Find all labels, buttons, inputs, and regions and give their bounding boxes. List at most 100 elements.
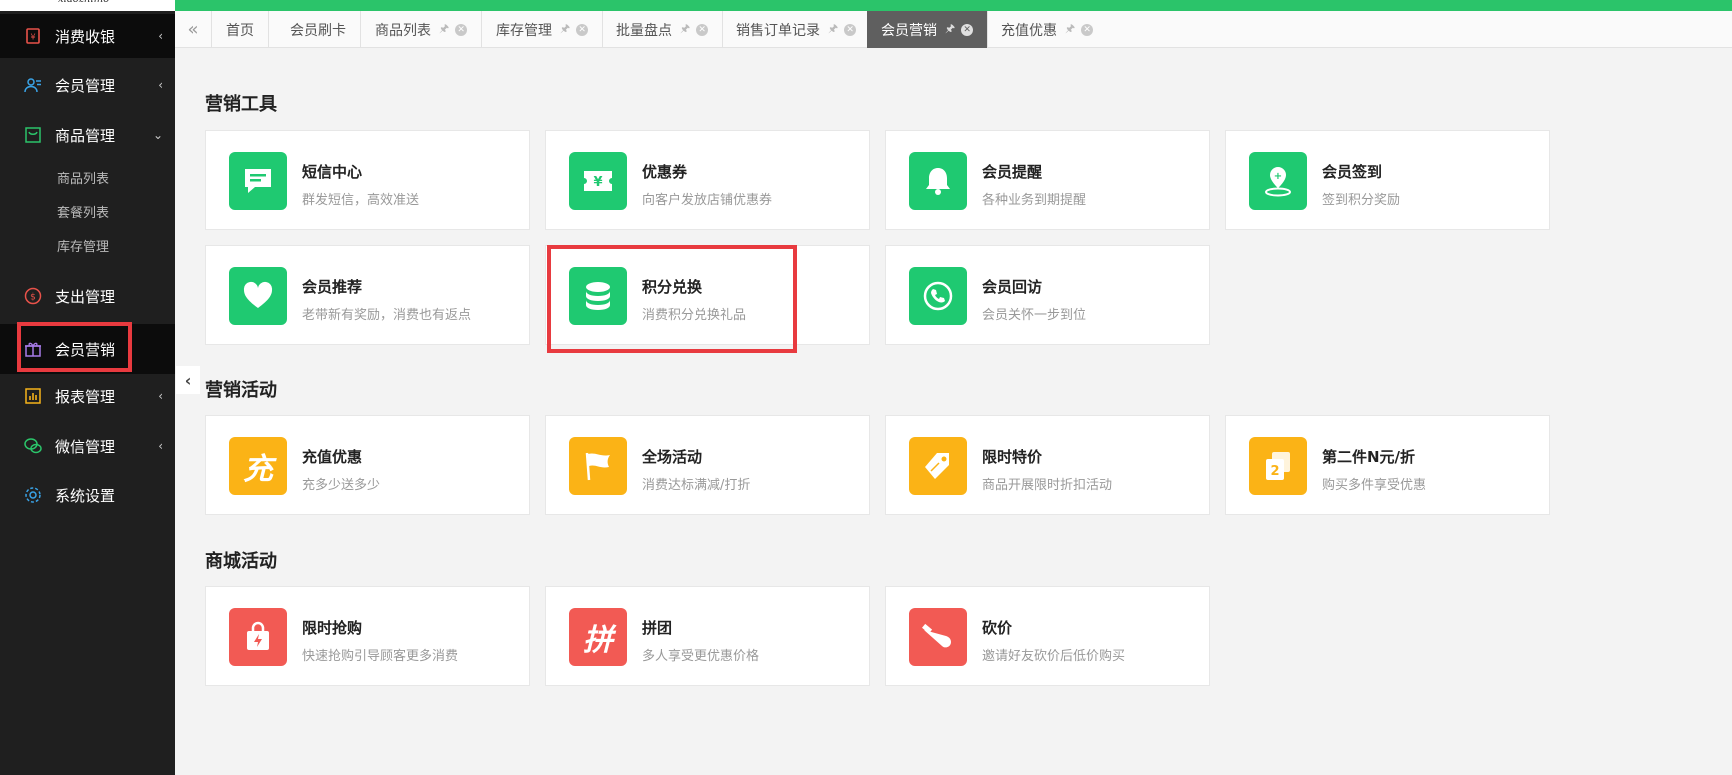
- card-title: 砍价: [982, 619, 1013, 637]
- close-icon[interactable]: ✕: [844, 23, 857, 36]
- coupon-icon: ¥: [569, 152, 627, 210]
- chevron-left-icon: ‹: [184, 370, 192, 390]
- card-title: 优惠券: [642, 163, 688, 181]
- sidebar-item-members[interactable]: 会员管理 ‹: [0, 63, 175, 107]
- card-member-checkin[interactable]: + 会员签到 签到积分奖励: [1225, 130, 1550, 230]
- card-title: 会员提醒: [982, 163, 1043, 181]
- card-desc: 各种业务到期提醒: [982, 193, 1087, 208]
- tab-label: 会员刷卡: [290, 22, 346, 39]
- sidebar-item-settings[interactable]: 系统设置: [0, 473, 175, 517]
- card-second-item-discount[interactable]: 2 第二件N元/折 购买多件享受优惠: [1225, 415, 1550, 515]
- card-desc: 签到积分奖励: [1322, 193, 1401, 208]
- chevron-left-icon: ‹: [158, 29, 163, 43]
- close-icon[interactable]: ✕: [455, 23, 468, 36]
- pin-icon[interactable]: 🖈: [680, 20, 690, 39]
- card-group-buy[interactable]: 拼 拼团 多人享受更优惠价格: [545, 586, 870, 686]
- tab-batch-count[interactable]: 批量盘点 🖈 ✕: [602, 11, 724, 48]
- location-pin-icon: +: [1249, 152, 1307, 210]
- tab-member-marketing[interactable]: 会员营销 🖈 ✕: [867, 11, 989, 48]
- logo-text: xiaozhimo: [58, 0, 109, 5]
- tab-scroll-left-button[interactable]: «: [175, 11, 212, 48]
- highlight-box: [17, 322, 132, 372]
- card-title: 全场活动: [642, 448, 703, 466]
- gear-icon: [24, 486, 42, 504]
- card-desc: 快速抢购引导顾客更多消费: [302, 649, 459, 664]
- price-tag-icon: [909, 437, 967, 495]
- dollar-coin-icon: $: [24, 287, 42, 305]
- card-desc: 消费达标满减/打折: [642, 478, 751, 493]
- second-item-icon: 2: [1249, 437, 1307, 495]
- tab-home[interactable]: 首页: [212, 11, 269, 48]
- tab-member-card[interactable]: 会员刷卡: [276, 11, 361, 48]
- card-title: 会员签到: [1322, 163, 1383, 181]
- close-icon[interactable]: ✕: [1081, 23, 1094, 36]
- pin-icon[interactable]: 🖈: [945, 20, 955, 39]
- card-title: 限时抢购: [302, 619, 363, 637]
- card-title: 会员回访: [982, 278, 1043, 296]
- sidebar-item-wechat[interactable]: 微信管理 ‹: [0, 424, 175, 468]
- svg-text:$: $: [30, 293, 36, 303]
- pin-icon[interactable]: 🖈: [560, 20, 570, 39]
- group-buy-icon: 拼: [569, 608, 627, 666]
- pin-icon[interactable]: 🖈: [439, 20, 449, 39]
- sidebar-item-label: 微信管理: [55, 437, 116, 456]
- card-desc: 群发短信，高效准送: [302, 193, 420, 208]
- receipt-icon: ¥: [24, 27, 42, 45]
- chevron-left-icon: ‹: [158, 389, 163, 403]
- double-chevron-left-icon: «: [187, 19, 199, 40]
- card-desc: 购买多件享受优惠: [1322, 478, 1427, 493]
- flag-icon: [569, 437, 627, 495]
- sidebar-item-checkout[interactable]: ¥ 消费收银 ‹: [0, 14, 175, 58]
- card-title: 会员推荐: [302, 278, 363, 296]
- card-member-followup[interactable]: 会员回访 会员关怀一步到位: [885, 245, 1210, 345]
- close-icon[interactable]: ✕: [576, 23, 589, 36]
- tab-label: 销售订单记录: [736, 22, 820, 39]
- section-title-mall: 商城活动: [205, 551, 277, 572]
- submenu-item-product-list[interactable]: 商品列表: [57, 168, 109, 187]
- tab-bar: « 首页 会员刷卡 商品列表 🖈 ✕ 库存管理 🖈 ✕ 批量盘点 🖈 ✕ 销售订单记录 🖈 ✕ …: [175, 11, 1732, 48]
- card-sms-center[interactable]: 短信中心 群发短信，高效准送: [205, 130, 530, 230]
- card-bargain[interactable]: 砍价 邀请好友砍价后低价购买: [885, 586, 1210, 686]
- tab-inventory[interactable]: 库存管理 🖈 ✕: [482, 11, 604, 48]
- svg-text:+: +: [1274, 171, 1282, 182]
- submenu-item-inventory[interactable]: 库存管理: [57, 236, 109, 255]
- bar-chart-icon: [24, 387, 42, 405]
- pin-icon[interactable]: 🖈: [1065, 20, 1075, 39]
- card-recharge-offer[interactable]: 充 充值优惠 充多少送多少: [205, 415, 530, 515]
- section-title-activities: 营销活动: [205, 380, 277, 401]
- tab-recharge-offer[interactable]: 充值优惠 🖈 ✕: [987, 11, 1107, 48]
- message-icon: [229, 152, 287, 210]
- card-storewide-event[interactable]: 全场活动 消费达标满减/打折: [545, 415, 870, 515]
- tab-label: 充值优惠: [1001, 22, 1057, 39]
- sidebar-item-label: 消费收银: [55, 27, 116, 46]
- sidebar: xiaozhimo ¥ 消费收银 ‹ 会员管理 ‹ 商品管理 ⌄ 商品列表 套餐…: [0, 0, 175, 775]
- sidebar-item-label: 支出管理: [55, 287, 116, 306]
- sidebar-item-expenses[interactable]: $ 支出管理: [0, 274, 175, 318]
- pin-icon[interactable]: 🖈: [828, 20, 838, 39]
- close-icon[interactable]: ✕: [696, 23, 709, 36]
- svg-text:¥: ¥: [30, 33, 35, 42]
- tab-label: 会员营销: [881, 22, 937, 39]
- card-limited-price[interactable]: 限时特价 商品开展限时折扣活动: [885, 415, 1210, 515]
- sidebar-collapse-button[interactable]: ‹: [176, 366, 200, 394]
- bell-icon: [909, 152, 967, 210]
- close-icon[interactable]: ✕: [961, 23, 974, 36]
- knife-icon: [909, 608, 967, 666]
- tab-product-list[interactable]: 商品列表 🖈 ✕: [361, 11, 483, 48]
- heart-icon: [229, 267, 287, 325]
- submenu-item-package-list[interactable]: 套餐列表: [57, 202, 109, 221]
- recharge-glyph: 充: [243, 452, 273, 487]
- card-member-referral[interactable]: 会员推荐 老带新有奖励，消费也有返点: [205, 245, 530, 345]
- sidebar-item-reports[interactable]: 报表管理 ‹: [0, 374, 175, 418]
- card-flash-sale[interactable]: 限时抢购 快速抢购引导顾客更多消费: [205, 586, 530, 686]
- sidebar-item-products[interactable]: 商品管理 ⌄: [0, 113, 175, 157]
- card-member-reminder[interactable]: 会员提醒 各种业务到期提醒: [885, 130, 1210, 230]
- tab-label: 商品列表: [375, 22, 431, 39]
- products-icon: [24, 126, 42, 144]
- card-coupon[interactable]: ¥ 优惠券 向客户发放店铺优惠券: [545, 130, 870, 230]
- shopping-bag-icon: [229, 608, 287, 666]
- card-desc: 邀请好友砍价后低价购买: [982, 649, 1126, 664]
- tab-sales-orders[interactable]: 销售订单记录 🖈 ✕: [722, 11, 872, 48]
- tab-label: 首页: [226, 22, 254, 39]
- card-desc: 会员关怀一步到位: [982, 308, 1087, 323]
